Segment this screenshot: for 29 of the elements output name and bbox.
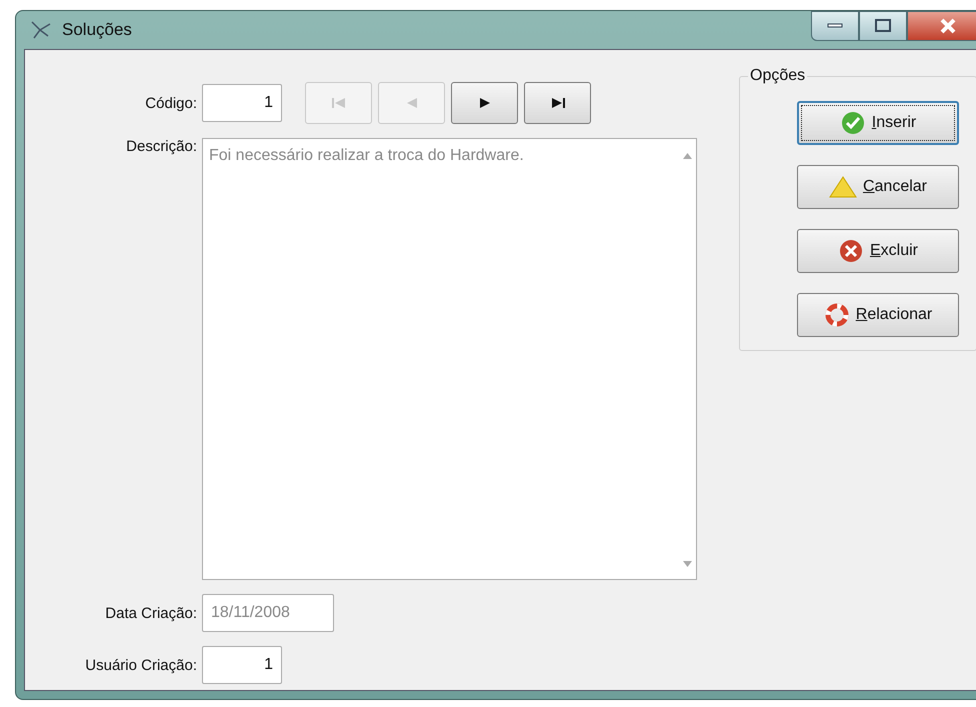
delete-icon — [838, 239, 864, 263]
field-label: Usuário Criação: — [84, 656, 197, 674]
date-field[interactable]: 18/11/2008 — [202, 594, 334, 632]
lifebuoy-icon — [824, 303, 850, 327]
group-title: Opções — [748, 67, 808, 85]
window-title: Soluções — [62, 20, 132, 40]
action-button[interactable]: Cancelar — [797, 165, 959, 209]
minimize-icon — [827, 23, 843, 29]
app-icon — [30, 20, 52, 40]
field-label: Descrição: — [125, 138, 197, 155]
close-button[interactable] — [907, 11, 976, 41]
action-button[interactable]: Inserir — [797, 101, 959, 145]
description-field[interactable]: Foi necessário realizar a troca do Hardware. — [202, 138, 697, 580]
warning-icon — [828, 175, 857, 199]
code-field[interactable]: 1 — [202, 84, 282, 122]
close-icon — [939, 18, 957, 34]
action-button[interactable]: Relacionar — [797, 293, 959, 337]
minimize-button[interactable] — [811, 11, 859, 41]
scroll-down-icon[interactable] — [682, 561, 692, 567]
check-icon — [840, 111, 866, 135]
navigation-button[interactable] — [524, 82, 591, 124]
user-field[interactable]: 1 — [202, 646, 282, 684]
maximize-icon — [875, 19, 891, 33]
field-label: Código: — [144, 94, 197, 112]
action-button[interactable]: Excluir — [797, 229, 959, 273]
description-text: Foi necessário realizar a troca do Hardware. — [208, 146, 525, 166]
field-label: Data Criação: — [104, 604, 197, 622]
maximize-button[interactable] — [859, 11, 907, 41]
scroll-up-icon[interactable] — [682, 153, 692, 159]
